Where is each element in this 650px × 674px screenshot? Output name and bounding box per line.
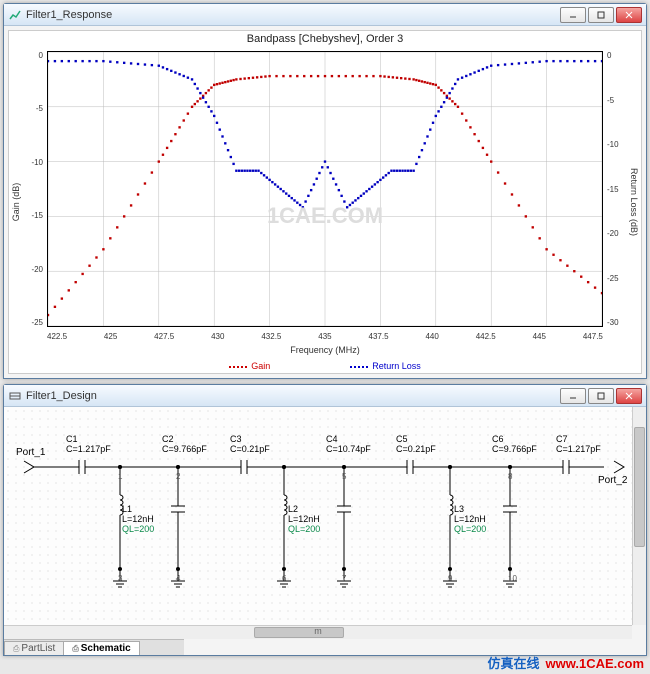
brand-cn: 仿真在线 <box>488 656 540 671</box>
svg-text:6: 6 <box>282 574 287 583</box>
chart-svg <box>48 52 602 326</box>
legend-return-loss: Return Loss <box>350 361 421 371</box>
plot-area[interactable]: 1CAE.COM <box>47 51 603 327</box>
branding: 仿真在线 www.1CAE.com <box>488 653 645 672</box>
maximize-button[interactable] <box>588 7 614 23</box>
chart-title: Bandpass [Chebyshev], Order 3 <box>9 31 641 45</box>
svg-text:3: 3 <box>118 574 123 583</box>
h-scroll-thumb[interactable] <box>254 627 344 638</box>
response-body: Bandpass [Chebyshev], Order 3 Gain (dB) … <box>4 26 646 378</box>
y-axis-label-right: Return Loss (dB) <box>629 168 639 236</box>
x-axis-label: Frequency (MHz) <box>9 345 641 355</box>
schematic-canvas[interactable]: 3 4 6 7 9 10 1 2 5 8 Port_1 Port_2 C1C=1.217pF C2… <box>4 407 632 625</box>
h-scroll-label: m <box>314 626 322 636</box>
svg-text:7: 7 <box>342 574 347 583</box>
response-title: Filter1_Response <box>26 9 560 21</box>
response-window: Filter1_Response Bandpass [Chebyshev], O… <box>3 3 647 379</box>
chart-legend: Gain Return Loss <box>9 361 641 371</box>
l3-label: L3L=12nHQL=200 <box>454 505 486 535</box>
c5-label: C5C=0.21pF <box>396 435 436 455</box>
svg-text:1: 1 <box>118 472 123 481</box>
c2-label: C2C=9.766pF <box>162 435 207 455</box>
y-ticks-right: 0-5-10-15-20-25-30 <box>607 51 627 327</box>
pin-icon: ⎙ <box>72 644 78 653</box>
chart-icon <box>8 8 22 22</box>
schematic-icon <box>8 389 22 403</box>
c1-label: C1C=1.217pF <box>66 435 111 455</box>
l2-label: L2L=12nHQL=200 <box>288 505 320 535</box>
window-controls <box>560 7 642 23</box>
c7-label: C7C=1.217pF <box>556 435 601 455</box>
maximize-button[interactable] <box>588 388 614 404</box>
close-button[interactable] <box>616 7 642 23</box>
window-controls <box>560 388 642 404</box>
svg-text:4: 4 <box>176 574 181 583</box>
c3-label: C3C=0.21pF <box>230 435 270 455</box>
port-2-label: Port_2 <box>598 475 627 486</box>
design-window: Filter1_Design 3 4 6 7 9 10 1 2 5 8 Port_1 Port_2… <box>3 384 647 656</box>
c4-label: C4C=10.74pF <box>326 435 371 455</box>
close-button[interactable] <box>616 388 642 404</box>
port-1-label: Port_1 <box>16 447 45 458</box>
tab-partlist[interactable]: ⎙PartList <box>4 641 64 655</box>
response-titlebar[interactable]: Filter1_Response <box>4 4 646 26</box>
legend-gain: Gain <box>229 361 270 371</box>
brand-url: www.1CAE.com <box>546 656 644 671</box>
v-scroll-thumb[interactable] <box>634 427 645 547</box>
svg-text:8: 8 <box>508 472 513 481</box>
tab-schematic[interactable]: ⎙Schematic <box>63 641 139 655</box>
svg-text:9: 9 <box>448 574 453 583</box>
design-titlebar[interactable]: Filter1_Design <box>4 385 646 407</box>
svg-text:10: 10 <box>508 574 517 583</box>
minimize-button[interactable] <box>560 388 586 404</box>
y-axis-label-left: Gain (dB) <box>11 183 21 222</box>
l1-label: L1L=12nHQL=200 <box>122 505 154 535</box>
horizontal-scrollbar[interactable]: m <box>4 625 632 639</box>
design-body: 3 4 6 7 9 10 1 2 5 8 Port_1 Port_2 C1C=1.217pF C2… <box>4 407 646 655</box>
design-tabbar: ⎙PartList ⎙Schematic <box>4 639 184 655</box>
chart-frame: Bandpass [Chebyshev], Order 3 Gain (dB) … <box>8 30 642 374</box>
svg-text:2: 2 <box>176 472 181 481</box>
design-title: Filter1_Design <box>26 390 560 402</box>
y-ticks-left: 0-5-10-15-20-25 <box>23 51 43 327</box>
x-ticks: 422.5425427.5430432.5435437.5440442.5445… <box>47 332 603 341</box>
svg-text:5: 5 <box>342 472 347 481</box>
pin-icon: ⎙ <box>13 644 19 653</box>
c6-label: C6C=9.766pF <box>492 435 537 455</box>
minimize-button[interactable] <box>560 7 586 23</box>
vertical-scrollbar[interactable] <box>632 407 646 625</box>
